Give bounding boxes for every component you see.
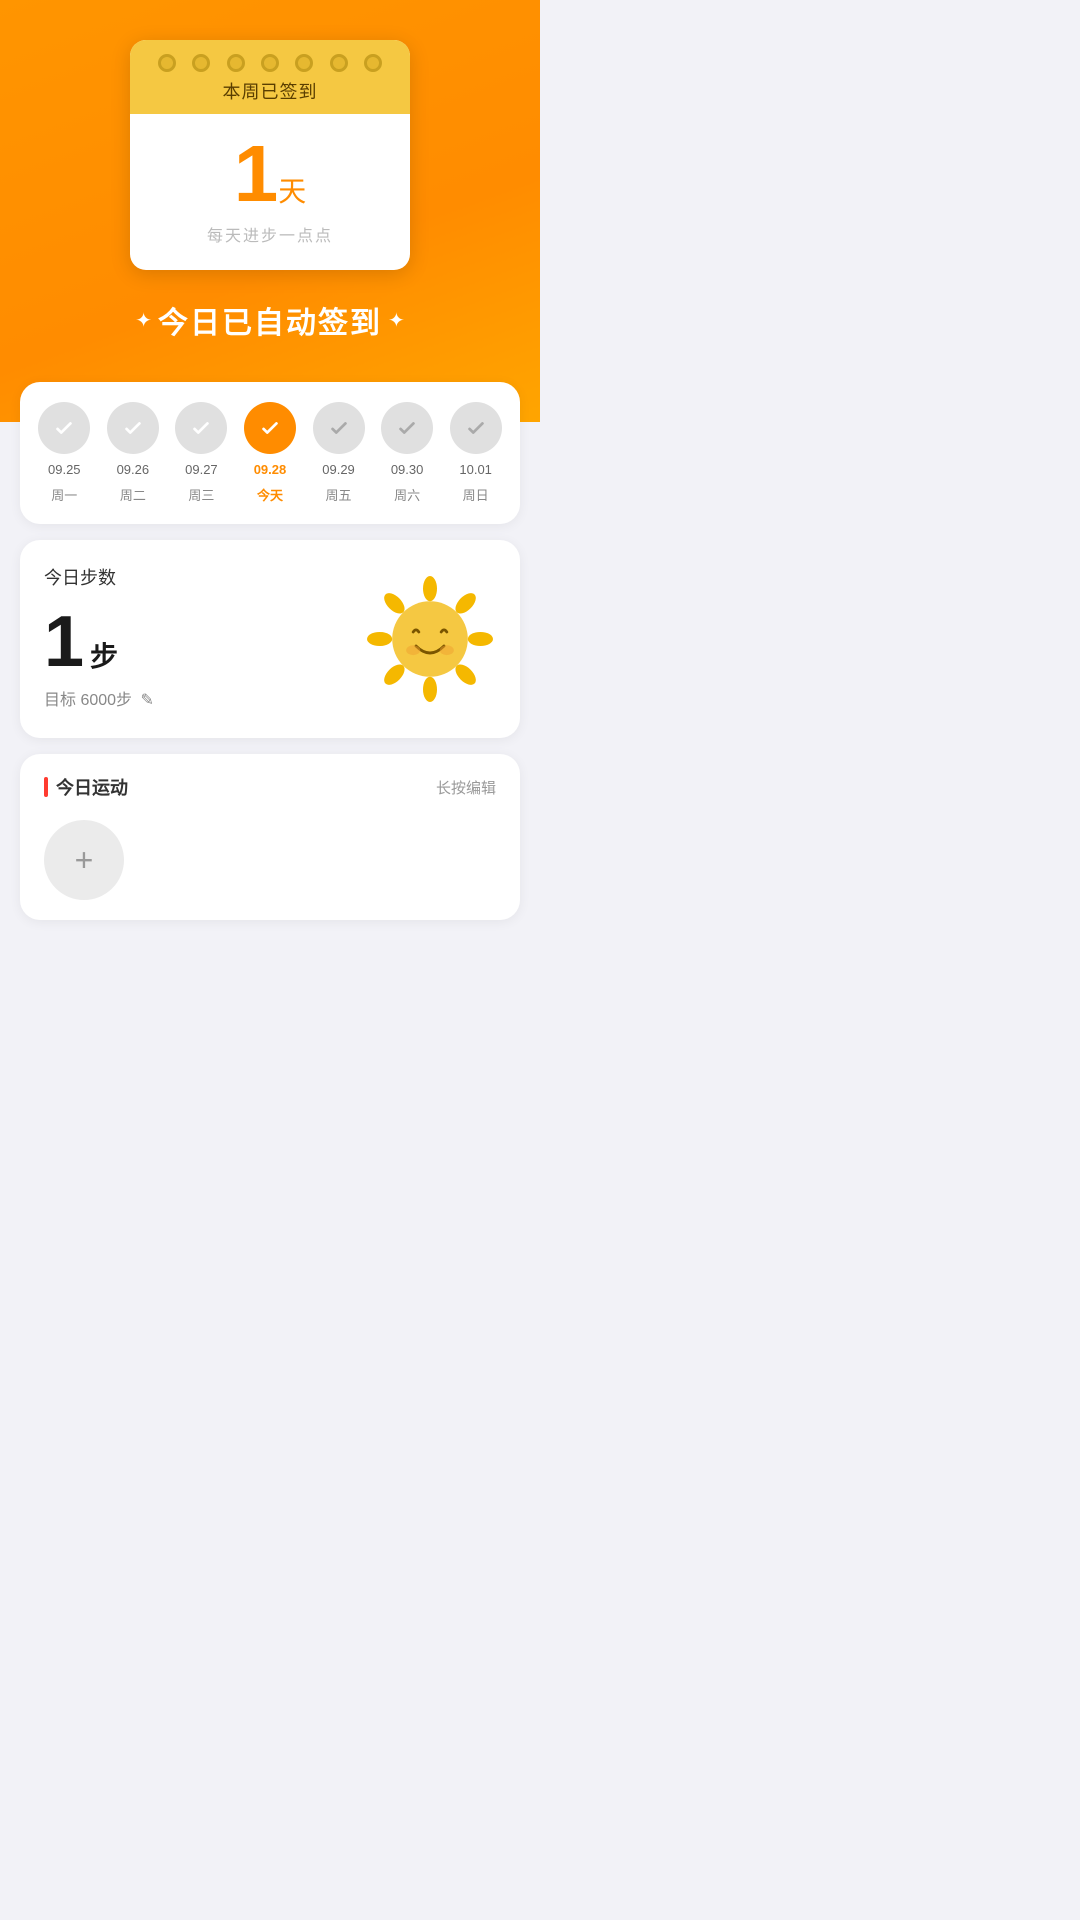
day-item[interactable]: 09.28 今天 [244,402,296,504]
day-label: 周三 [188,485,214,504]
day-circle [381,402,433,454]
steps-card: 今日步数 1 步 目标 6000步 ✎ [20,540,520,738]
top-section: 本周已签到 1 天 每天进步一点点 ✦ 今日已自动签到 ✦ [0,0,540,422]
day-date: 09.30 [391,462,424,477]
spiral-ring [261,54,279,72]
red-bar-icon [44,777,48,797]
day-circle [244,402,296,454]
day-item[interactable]: 10.01 周日 [450,402,502,504]
spiral-ring [227,54,245,72]
checkin-header-text: 本周已签到 [130,78,410,104]
steps-unit: 步 [90,635,118,675]
week-row: 09.25 周一 09.26 周二 09.27 周三 [30,402,510,504]
day-label: 周一 [51,485,77,504]
spiral-ring [330,54,348,72]
day-item[interactable]: 09.29 周五 [313,402,365,504]
edit-goal-icon[interactable]: ✎ [141,692,154,709]
day-label: 周五 [326,485,352,504]
day-label: 周六 [394,485,420,504]
long-press-edit-label: 长按编辑 [436,777,496,798]
day-circle [313,402,365,454]
day-label: 周二 [120,485,146,504]
exercise-title: 今日运动 [56,774,128,800]
day-circle [38,402,90,454]
day-circle [450,402,502,454]
day-date: 09.27 [185,462,218,477]
day-date: 10.01 [459,462,492,477]
day-item[interactable]: 09.25 周一 [38,402,90,504]
calendar-card: 本周已签到 1 天 每天进步一点点 [130,40,410,270]
days-count: 1 [234,134,279,214]
day-label: 周日 [463,485,489,504]
spiral-ring [158,54,176,72]
spiral-ring [295,54,313,72]
day-label: 今天 [257,485,283,504]
spiral-ring [192,54,210,72]
calendar-body: 1 天 每天进步一点点 [130,114,410,270]
sun-illustration [360,569,500,709]
steps-number: 1 [44,606,84,678]
spiral-bindings [130,54,410,72]
day-item[interactable]: 09.30 周六 [381,402,433,504]
days-row: 1 天 [160,134,380,214]
calendar-header: 本周已签到 [130,40,410,114]
plus-icon: + [75,844,94,876]
sparkle-right-icon: ✦ [388,308,405,333]
exercise-card: 今日运动 长按编辑 + [20,754,520,920]
day-date: 09.28 [254,462,287,477]
auto-sign-row: ✦ 今日已自动签到 ✦ [129,298,411,342]
week-card: 09.25 周一 09.26 周二 09.27 周三 [20,382,520,524]
calendar-subtitle: 每天进步一点点 [160,222,380,246]
spiral-ring [364,54,382,72]
steps-goal-text: 目标 6000步 [44,692,132,709]
day-item[interactable]: 09.27 周三 [175,402,227,504]
day-date: 09.29 [322,462,355,477]
day-circle [175,402,227,454]
day-circle [107,402,159,454]
day-date: 09.25 [48,462,81,477]
exercise-title-row: 今日运动 [44,774,128,800]
days-unit: 天 [278,170,306,210]
sparkle-left-icon: ✦ [135,308,152,333]
day-item[interactable]: 09.26 周二 [107,402,159,504]
day-date: 09.26 [117,462,150,477]
auto-sign-text: 今日已自动签到 [158,298,382,342]
add-exercise-button[interactable]: + [44,820,124,900]
exercise-header: 今日运动 长按编辑 [44,774,496,800]
